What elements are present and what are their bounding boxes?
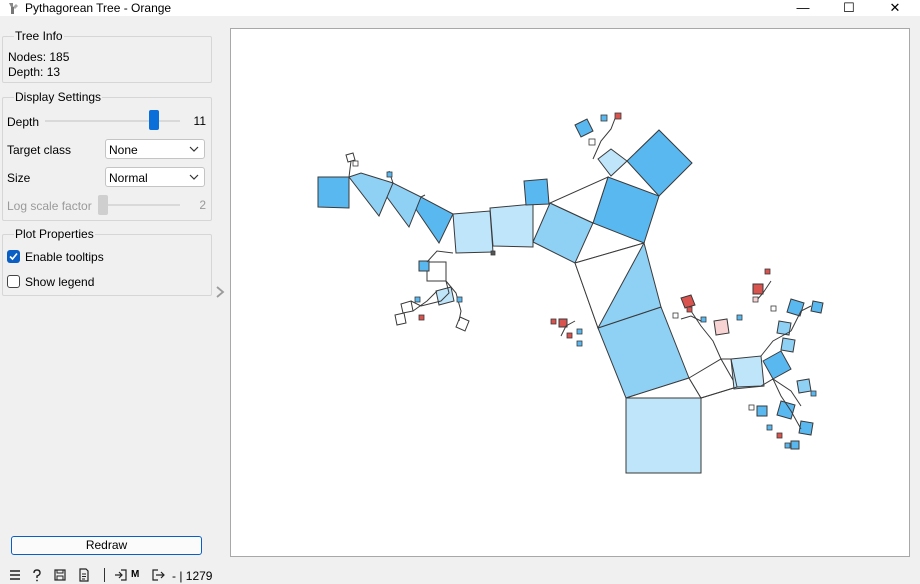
report-icon[interactable] [77, 568, 91, 582]
tree-node [418, 314, 425, 321]
tree-node [386, 171, 393, 178]
chevron-down-icon [189, 146, 199, 152]
tree-node [588, 138, 596, 146]
close-button[interactable]: ✕ [872, 0, 918, 16]
tree-node [786, 298, 805, 317]
tree-info-group: Tree Info Nodes: 185 Depth: 13 [2, 29, 212, 83]
save-icon[interactable] [53, 568, 67, 582]
pythagorean-tree [317, 112, 824, 474]
tree-node [597, 148, 628, 177]
minimize-button[interactable]: — [780, 0, 826, 16]
tree-node [752, 296, 759, 303]
tree-node [400, 300, 414, 314]
log-scale-slider[interactable] [98, 204, 180, 206]
input-icon[interactable] [114, 568, 128, 582]
tree-plot-area[interactable] [230, 28, 910, 557]
tree-node [352, 160, 359, 167]
maximize-button[interactable]: ☐ [826, 0, 872, 16]
enable-tooltips-label[interactable]: Enable tooltips [25, 250, 104, 264]
depth-count: Depth: 13 [8, 65, 61, 79]
tree-node [576, 328, 583, 335]
depth-slider[interactable] [45, 120, 180, 122]
tree-node [348, 172, 394, 217]
tree-node [796, 378, 812, 394]
tree-node [523, 178, 550, 206]
help-icon[interactable] [30, 568, 44, 582]
tree-node [600, 114, 608, 122]
status-separator [104, 568, 105, 582]
tree-node [766, 424, 773, 431]
tree-node [317, 176, 350, 209]
log-scale-value: 2 [199, 198, 206, 212]
target-class-label: Target class [7, 143, 72, 157]
tree-node [490, 250, 496, 256]
tree-node [614, 112, 622, 120]
tree-node [776, 432, 783, 439]
show-legend-label[interactable]: Show legend [25, 275, 94, 289]
tree-info-title: Tree Info [14, 29, 64, 43]
depth-value: 11 [193, 114, 206, 128]
tree-node [456, 296, 463, 303]
target-class-value: None [109, 143, 138, 157]
tree-node [700, 316, 707, 323]
tree-node [784, 442, 791, 449]
tree-node [414, 296, 421, 303]
display-settings-title: Display Settings [14, 90, 103, 104]
target-class-select[interactable]: None [105, 139, 205, 159]
tree-node [455, 316, 470, 332]
tree-node [426, 261, 447, 282]
tree-node [764, 268, 771, 275]
status-bar: M - | 1279 [0, 566, 920, 584]
tree-node [736, 314, 743, 321]
status-text: - | 1279 [172, 569, 213, 583]
input-marker: M [131, 569, 140, 580]
tree-node [574, 118, 594, 138]
window-title: Pythagorean Tree - Orange [25, 1, 172, 15]
tree-node [790, 440, 800, 450]
tree-node [770, 305, 777, 312]
depth-label: Depth [7, 115, 40, 129]
tree-node [776, 320, 792, 336]
tree-node [680, 294, 696, 309]
tree-node [756, 405, 768, 417]
tree-node [686, 306, 693, 313]
output-icon[interactable] [151, 568, 165, 582]
tree-node [418, 260, 430, 272]
tree-node [810, 390, 817, 397]
title-bar: Pythagorean Tree - Orange — ☐ ✕ [0, 0, 920, 16]
chevron-down-icon [189, 174, 199, 180]
size-label: Size [7, 171, 31, 185]
tree-node [625, 397, 702, 474]
tree-node [748, 404, 755, 411]
tree-node [576, 340, 583, 347]
tree-node [780, 337, 796, 353]
tree-node [713, 318, 730, 336]
checkmark-icon [9, 252, 18, 261]
chevron-right-icon[interactable] [214, 285, 226, 299]
depth-slider-handle[interactable] [148, 110, 159, 130]
tree-node [762, 350, 792, 380]
tree-node [452, 210, 494, 254]
orange-app-icon [9, 3, 18, 14]
tree-node [672, 312, 679, 319]
tree-node [550, 318, 557, 325]
tree-node [566, 332, 573, 339]
menu-icon[interactable] [8, 568, 22, 582]
size-value: Normal [109, 171, 148, 185]
tree-node [394, 312, 407, 326]
plot-properties-title: Plot Properties [14, 227, 95, 241]
tree-node [626, 129, 693, 197]
enable-tooltips-checkbox[interactable] [7, 250, 20, 263]
tree-node [435, 286, 455, 306]
tree-node [810, 300, 824, 314]
log-scale-slider-handle[interactable] [98, 195, 108, 215]
redraw-button[interactable]: Redraw [11, 536, 202, 555]
tree-node [489, 203, 534, 248]
tree-node [752, 283, 764, 295]
tree-node [798, 420, 814, 436]
size-select[interactable]: Normal [105, 167, 205, 187]
show-legend-checkbox[interactable] [7, 275, 20, 288]
nodes-count: Nodes: 185 [8, 50, 70, 64]
log-scale-label: Log scale factor [7, 199, 92, 213]
